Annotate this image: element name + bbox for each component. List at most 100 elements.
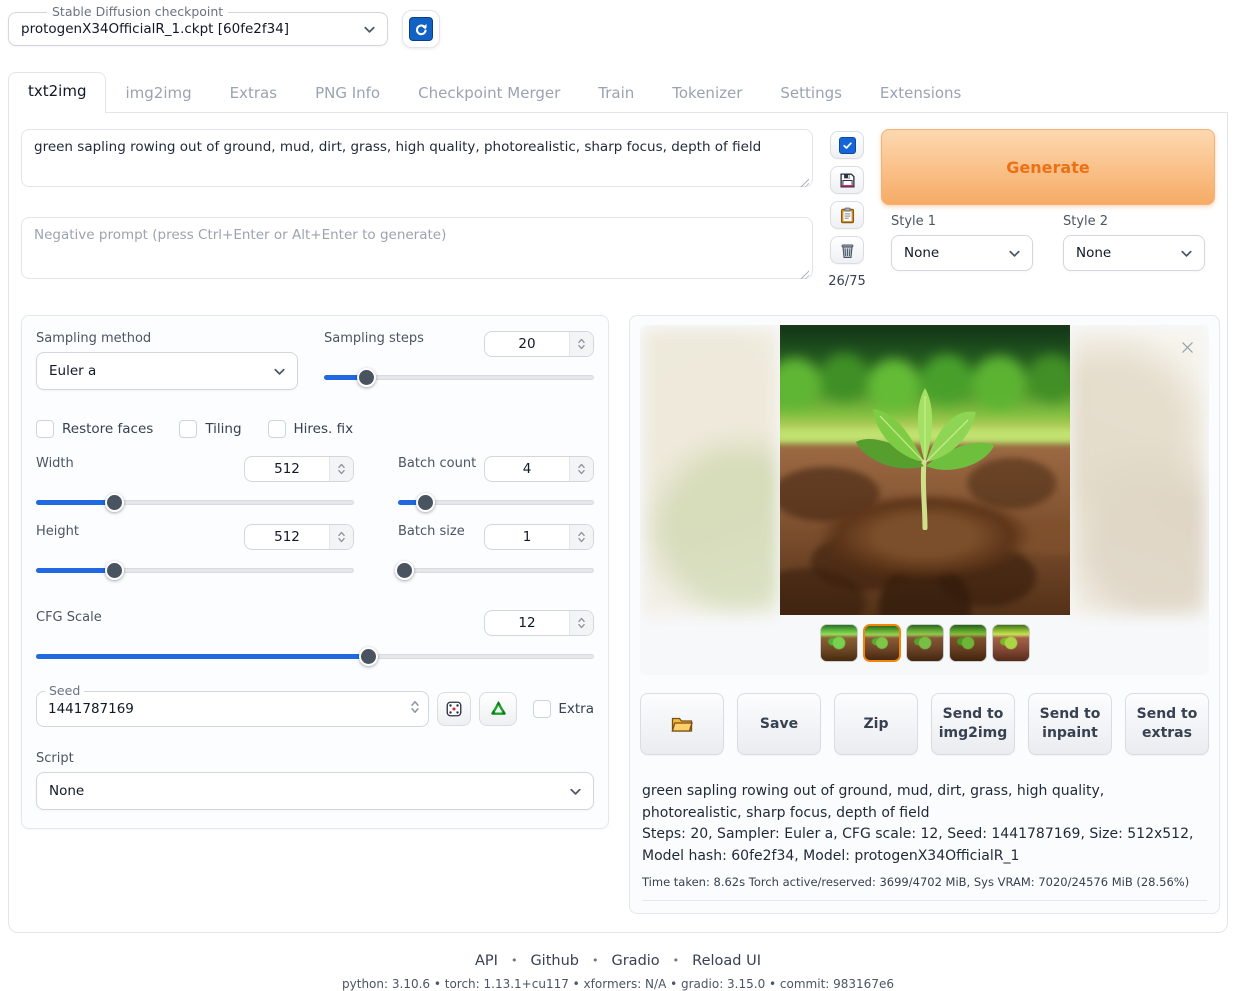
thumbnail-1[interactable] [820,624,858,662]
sapling-illustration [840,380,1010,530]
generate-button[interactable]: Generate [881,129,1215,205]
generation-info-time: Time taken: 8.62s Torch active/reserved:… [642,875,1207,901]
seed-input[interactable]: Seed 1441787169 [36,691,429,727]
generation-info-params: Steps: 20, Sampler: Euler a, CFG scale: … [642,824,1207,867]
width-label: Width [36,456,74,471]
chevron-down-icon [272,364,287,379]
negative-prompt-input[interactable] [21,217,813,279]
recycle-icon [489,700,508,719]
output-actions: Save Zip Send to img2img Send to inpaint… [640,693,1209,755]
spinner-arrows[interactable] [410,699,420,719]
footer-link-api[interactable]: API [475,953,498,969]
height-input[interactable]: 512 [244,524,354,550]
cfg-scale-slider[interactable] [36,647,594,665]
tab-checkpoint-merger[interactable]: Checkpoint Merger [399,75,579,112]
spinner-arrows[interactable] [569,611,593,635]
send-to-extras-button[interactable]: Send to extras [1125,693,1209,755]
spinner-arrows[interactable] [329,457,353,481]
sampling-method-label: Sampling method [36,331,298,346]
sampling-steps-label: Sampling steps [324,331,424,346]
cfg-scale-label: CFG Scale [36,610,102,625]
cfg-scale-input[interactable]: 12 [484,610,594,636]
version-info: python: 3.10.6 • torch: 1.13.1+cu117 • x… [0,977,1236,991]
tab-train[interactable]: Train [579,75,653,112]
checkpoint-label: Stable Diffusion checkpoint [47,4,228,19]
dice-icon [445,700,463,718]
gallery-blur-right [1071,329,1205,615]
tab-img2img[interactable]: img2img [106,75,210,112]
batch-count-input[interactable]: 4 [484,456,594,482]
thumbnail-4[interactable] [949,624,987,662]
sampling-method-dropdown[interactable]: Euler a [36,352,298,390]
generated-image[interactable] [780,325,1070,615]
apply-style-button[interactable] [830,201,864,229]
tab-png-info[interactable]: PNG Info [296,75,399,112]
header: Stable Diffusion checkpoint protogenX34O… [0,0,1236,48]
settings-panel: Sampling method Euler a Sampling steps 2… [21,315,609,829]
batch-size-input[interactable]: 1 [484,524,594,550]
chevron-down-icon [1007,246,1022,261]
restore-faces-checkbox[interactable]: Restore faces [36,420,153,438]
close-icon[interactable] [1176,336,1198,358]
send-to-img2img-button[interactable]: Send to img2img [931,693,1015,755]
spinner-arrows[interactable] [329,525,353,549]
tab-txt2img[interactable]: txt2img [8,72,106,113]
seed-label: Seed [45,683,84,698]
extra-seed-checkbox[interactable]: Extra [533,700,594,718]
spinner-arrows[interactable] [569,525,593,549]
interrogate-check-button[interactable] [830,131,864,159]
sampling-steps-slider[interactable] [324,368,594,386]
refresh-checkpoint-button[interactable] [402,10,440,48]
result-gallery [640,325,1209,675]
trash-icon [839,242,856,259]
prompt-tools-column: 26/75 [829,129,865,289]
batch-size-label: Batch size [398,524,465,539]
generation-info: green sapling rowing out of ground, mud,… [642,781,1207,901]
script-dropdown[interactable]: None [36,772,594,810]
sampling-steps-input[interactable]: 20 [484,331,594,357]
thumbnail-3[interactable] [906,624,944,662]
hires-fix-checkbox[interactable]: Hires. fix [268,420,354,438]
spinner-arrows[interactable] [569,332,593,356]
reuse-seed-button[interactable] [479,692,517,726]
sd-webui-app: Stable Diffusion checkpoint protogenX34O… [0,0,1236,966]
width-slider[interactable] [36,493,354,511]
prompt-input[interactable]: green sapling rowing out of ground, mud,… [21,129,813,187]
tiling-checkbox[interactable]: Tiling [179,420,241,438]
chevron-down-icon [362,22,377,37]
random-seed-button[interactable] [437,692,471,726]
checkpoint-dropdown[interactable]: Stable Diffusion checkpoint protogenX34O… [8,12,388,46]
height-slider[interactable] [36,561,354,579]
save-button[interactable]: Save [737,693,821,755]
tab-settings[interactable]: Settings [761,75,861,112]
floppy-icon [839,172,856,189]
footer-link-reload-ui[interactable]: Reload UI [692,953,761,969]
zip-button[interactable]: Zip [834,693,918,755]
tab-tokenizer[interactable]: Tokenizer [653,75,761,112]
height-label: Height [36,524,79,539]
script-label: Script [36,751,594,766]
style1-dropdown[interactable]: None [891,235,1033,271]
token-counter: 26/75 [828,274,865,289]
main-tabs: txt2img img2img Extras PNG Info Checkpoi… [8,72,1236,112]
style2-dropdown[interactable]: None [1063,235,1205,271]
batch-count-slider[interactable] [398,493,594,511]
thumbnail-2-selected[interactable] [863,624,901,662]
footer-link-gradio[interactable]: Gradio [611,953,659,969]
open-folder-button[interactable] [640,693,724,755]
output-panel: Save Zip Send to img2img Send to inpaint… [629,315,1220,914]
send-to-inpaint-button[interactable]: Send to inpaint [1028,693,1112,755]
generate-column: Generate Style 1 None Style 2 None [881,129,1215,289]
save-style-button[interactable] [830,166,864,194]
checkpoint-value: protogenX34OfficialR_1.ckpt [60fe2f34] [21,21,362,37]
spinner-arrows[interactable] [569,457,593,481]
tab-extensions[interactable]: Extensions [861,75,980,112]
thumbnail-5[interactable] [992,624,1030,662]
footer-link-github[interactable]: Github [530,953,579,969]
refresh-icon [409,17,433,41]
tab-extras[interactable]: Extras [211,75,296,112]
width-input[interactable]: 512 [244,456,354,482]
batch-size-slider[interactable] [398,561,594,579]
clear-prompt-button[interactable] [830,236,864,264]
clipboard-icon [839,207,856,224]
